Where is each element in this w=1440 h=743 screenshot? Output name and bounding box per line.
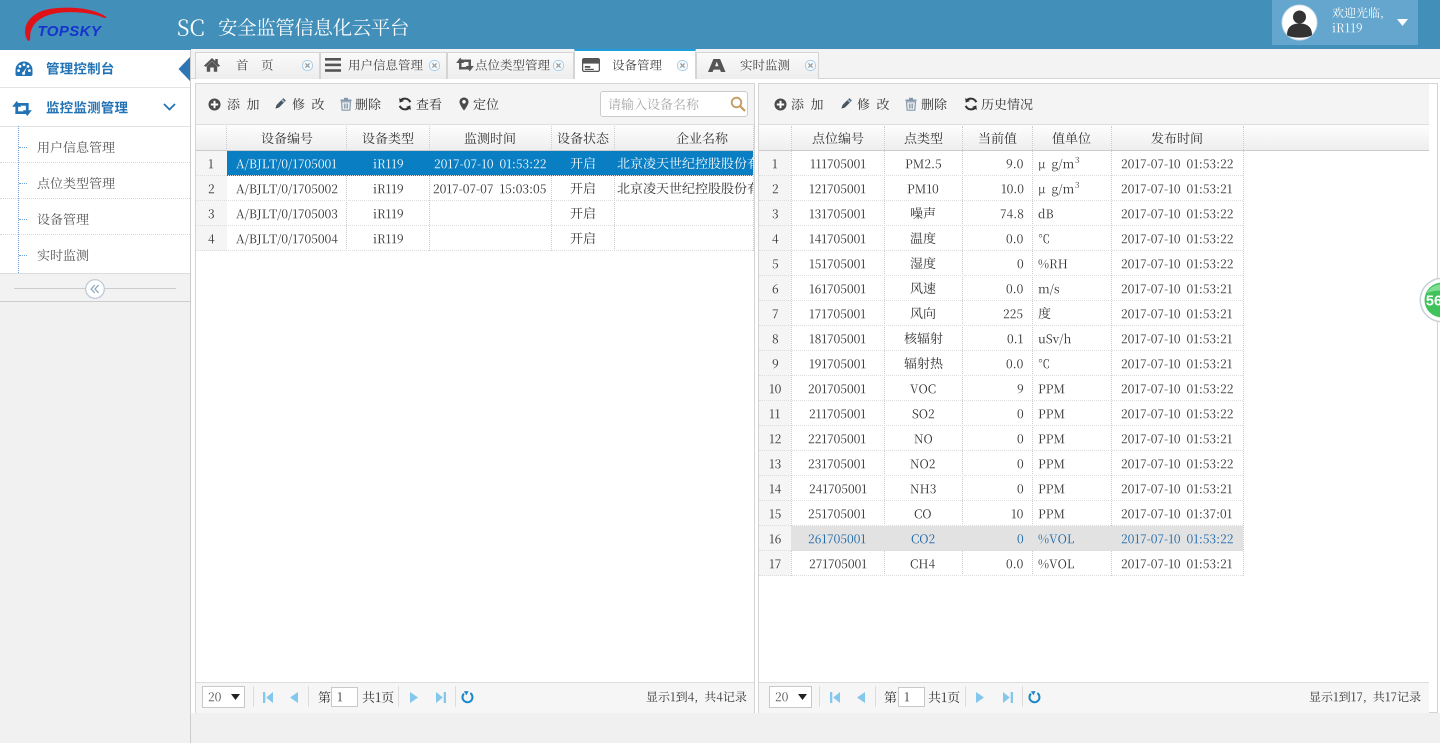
svg-text:56: 56 bbox=[1426, 294, 1440, 310]
